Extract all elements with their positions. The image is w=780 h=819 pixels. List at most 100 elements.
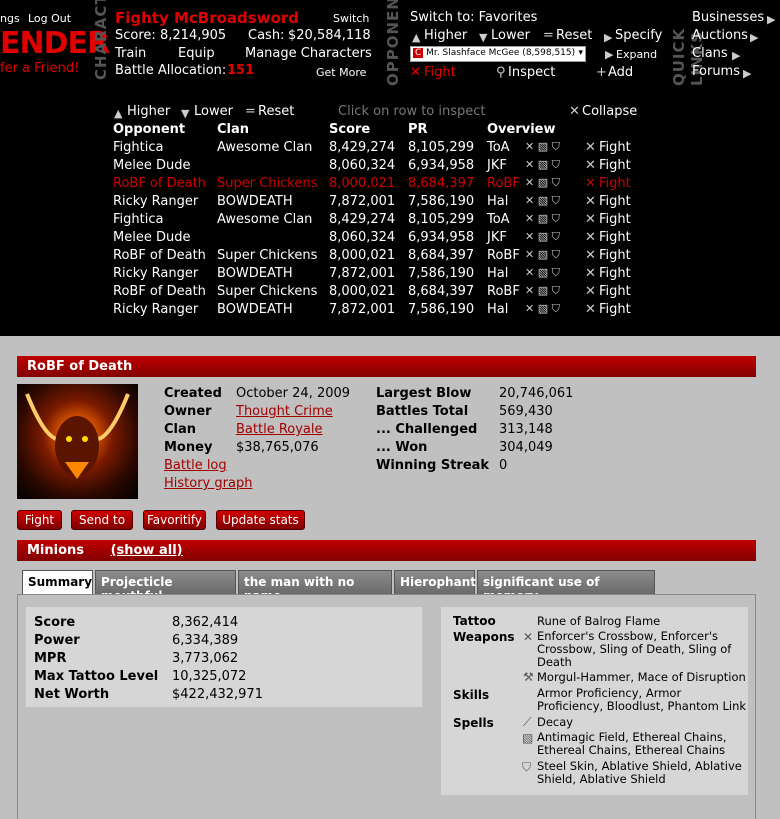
table-row[interactable]: RoBF of Death Super Chickens 8,000,021 8,68…: [113, 176, 638, 194]
opponent-name: Fightica: [113, 212, 164, 227]
list-reset-link[interactable]: Reset: [258, 104, 294, 119]
manage-characters-link[interactable]: Manage Characters: [245, 46, 372, 61]
quicklink-auctions[interactable]: Auctions: [692, 28, 748, 43]
equipment-icons: ✕ ▧ ⛉: [525, 212, 560, 225]
opponent-overview: JKF: [487, 230, 507, 245]
table-row[interactable]: Melee Dude 8,060,324 6,934,958 JKF ✕ ▧ ⛉ ✕ Fig…: [113, 230, 638, 248]
table-header: Opponent Clan Score PR Overview: [113, 122, 638, 140]
minion-score-label: Score: [34, 615, 76, 630]
get-more-link[interactable]: Get More: [316, 66, 366, 79]
table-row[interactable]: Fightica Awesome Clan 8,429,274 8,105,299 To…: [113, 212, 638, 230]
settings-link[interactable]: ngs: [0, 12, 20, 25]
profile-title: RoBF of Death: [27, 359, 133, 374]
opponent-score: 7,872,001: [329, 266, 396, 281]
update-stats-button[interactable]: Update stats: [216, 510, 305, 530]
wand-icon: ⟋: [523, 715, 532, 729]
minion-power-label: Power: [34, 633, 80, 648]
tab-projecticle-mouthful[interactable]: Projecticle mouthful: [95, 570, 236, 603]
table-row[interactable]: Ricky Ranger BOWDEATH 7,872,001 7,586,190 Ha…: [113, 302, 638, 320]
equip-link[interactable]: Equip: [178, 46, 215, 61]
fight-link[interactable]: Fight: [424, 65, 456, 80]
table-row[interactable]: Ricky Ranger BOWDEATH 7,872,001 7,586,190 Ha…: [113, 194, 638, 212]
character-name[interactable]: Fighty McBroadsword: [115, 9, 299, 27]
specify-link[interactable]: Specify: [615, 28, 662, 43]
row-fight-link[interactable]: Fight: [599, 284, 631, 299]
battle-log-link[interactable]: Battle log: [164, 458, 227, 473]
equipment-icons: ✕ ▧ ⛉: [525, 266, 560, 279]
history-graph-link[interactable]: History graph: [164, 476, 252, 491]
table-row[interactable]: Fightica Awesome Clan 8,429,274 8,105,299 To…: [113, 140, 638, 158]
list-higher-link[interactable]: Higher: [127, 104, 170, 119]
opponent-pr: 8,684,397: [408, 248, 475, 263]
row-fight-link[interactable]: Fight: [599, 194, 631, 209]
table-row[interactable]: RoBF of Death Super Chickens 8,000,021 8,68…: [113, 284, 638, 302]
cash-value: $20,584,118: [288, 28, 371, 43]
won-value: 304,049: [499, 440, 553, 455]
opponent-select[interactable]: C Mr. Slashface McGee (8,598,515) ▾: [410, 46, 586, 62]
opponent-score: 8,060,324: [329, 158, 396, 173]
train-link[interactable]: Train: [115, 46, 146, 61]
swords-icon: ✕: [585, 176, 596, 191]
opponent-pr: 7,586,190: [408, 266, 475, 281]
table-row[interactable]: RoBF of Death Super Chickens 8,000,021 8,68…: [113, 248, 638, 266]
tab-significant-use-of-memory[interactable]: significant use of memory: [477, 570, 655, 603]
lower-link[interactable]: Lower: [491, 28, 530, 43]
chevron-down-icon: ▾: [578, 48, 583, 58]
reset-link[interactable]: Reset: [556, 28, 592, 43]
row-fight-link[interactable]: Fight: [599, 248, 631, 263]
list-lower-link[interactable]: Lower: [194, 104, 233, 119]
tab-summary[interactable]: Summary: [22, 570, 93, 594]
row-fight-link[interactable]: Fight: [599, 302, 631, 317]
higher-link[interactable]: Higher: [424, 28, 467, 43]
top-header: ngs Log Out ENDER fer a Friend! CHARACTE…: [0, 0, 780, 336]
row-fight-link[interactable]: Fight: [599, 230, 631, 245]
table-row[interactable]: Ricky Ranger BOWDEATH 7,872,001 7,586,190 Ha…: [113, 266, 638, 284]
switch-character-link[interactable]: Switch: [333, 12, 369, 25]
opponent-pr: 6,934,958: [408, 158, 475, 173]
table-row[interactable]: Melee Dude 8,060,324 6,934,958 JKF ✕ ▧ ⛉ ✕ Fig…: [113, 158, 638, 176]
swords-icon: ✕: [585, 248, 596, 263]
swords-icon: ✕: [585, 284, 596, 299]
fight-button[interactable]: Fight: [17, 510, 62, 530]
minion-mpr-label: MPR: [34, 651, 67, 666]
tab-man-with-no-name[interactable]: the man with no name: [238, 570, 392, 603]
inspect-link[interactable]: Inspect: [508, 65, 555, 80]
favoritify-button[interactable]: Favoritify: [143, 510, 206, 530]
switch-to-favorites-link[interactable]: Switch to: Favorites: [410, 10, 537, 25]
arrow-right-icon: ▶: [743, 67, 752, 80]
swords-icon: ✕: [585, 140, 596, 155]
quicklink-forums[interactable]: Forums: [692, 64, 740, 79]
opponents-vertical-label: OPPONENTS: [384, 0, 402, 86]
arrow-up-icon: ▲: [114, 107, 123, 120]
column-pr: PR: [408, 122, 428, 137]
quicklink-businesses[interactable]: Businesses: [692, 10, 764, 25]
score-value: 8,214,905: [160, 28, 227, 43]
column-opponent: Opponent: [113, 122, 186, 137]
row-fight-link[interactable]: Fight: [599, 212, 631, 227]
send-to-button[interactable]: Send to: [71, 510, 133, 530]
row-fight-link[interactable]: Fight: [599, 176, 631, 191]
refer-friend-link[interactable]: fer a Friend!: [0, 61, 79, 76]
clan-label: Clan: [164, 422, 197, 437]
row-fight-link[interactable]: Fight: [599, 158, 631, 173]
opponent-score: 8,000,021: [329, 248, 396, 263]
tattoo-value: Rune of Balrog Flame: [537, 614, 661, 628]
expand-link[interactable]: Expand: [616, 48, 657, 61]
opponent-score: 8,000,021: [329, 284, 396, 299]
opponent-score: 8,429,274: [329, 212, 396, 227]
show-all-link[interactable]: (show all): [111, 543, 183, 558]
minion-power-value: 6,334,389: [172, 633, 239, 648]
arrow-right-icon: ▶: [767, 13, 776, 26]
collapse-link[interactable]: Collapse: [582, 104, 637, 119]
row-fight-link[interactable]: Fight: [599, 140, 631, 155]
add-link[interactable]: Add: [608, 65, 633, 80]
clan-link[interactable]: Battle Royale: [236, 422, 323, 437]
spells-label: Spells: [453, 716, 494, 730]
cash-label: Cash:: [248, 28, 285, 43]
column-overview: Overview: [487, 122, 556, 137]
logout-link[interactable]: Log Out: [28, 12, 71, 25]
tab-hierophant[interactable]: Hierophant: [394, 570, 476, 594]
owner-link[interactable]: Thought Crime: [236, 404, 333, 419]
row-fight-link[interactable]: Fight: [599, 266, 631, 281]
quicklink-clans[interactable]: Clans: [692, 46, 728, 61]
